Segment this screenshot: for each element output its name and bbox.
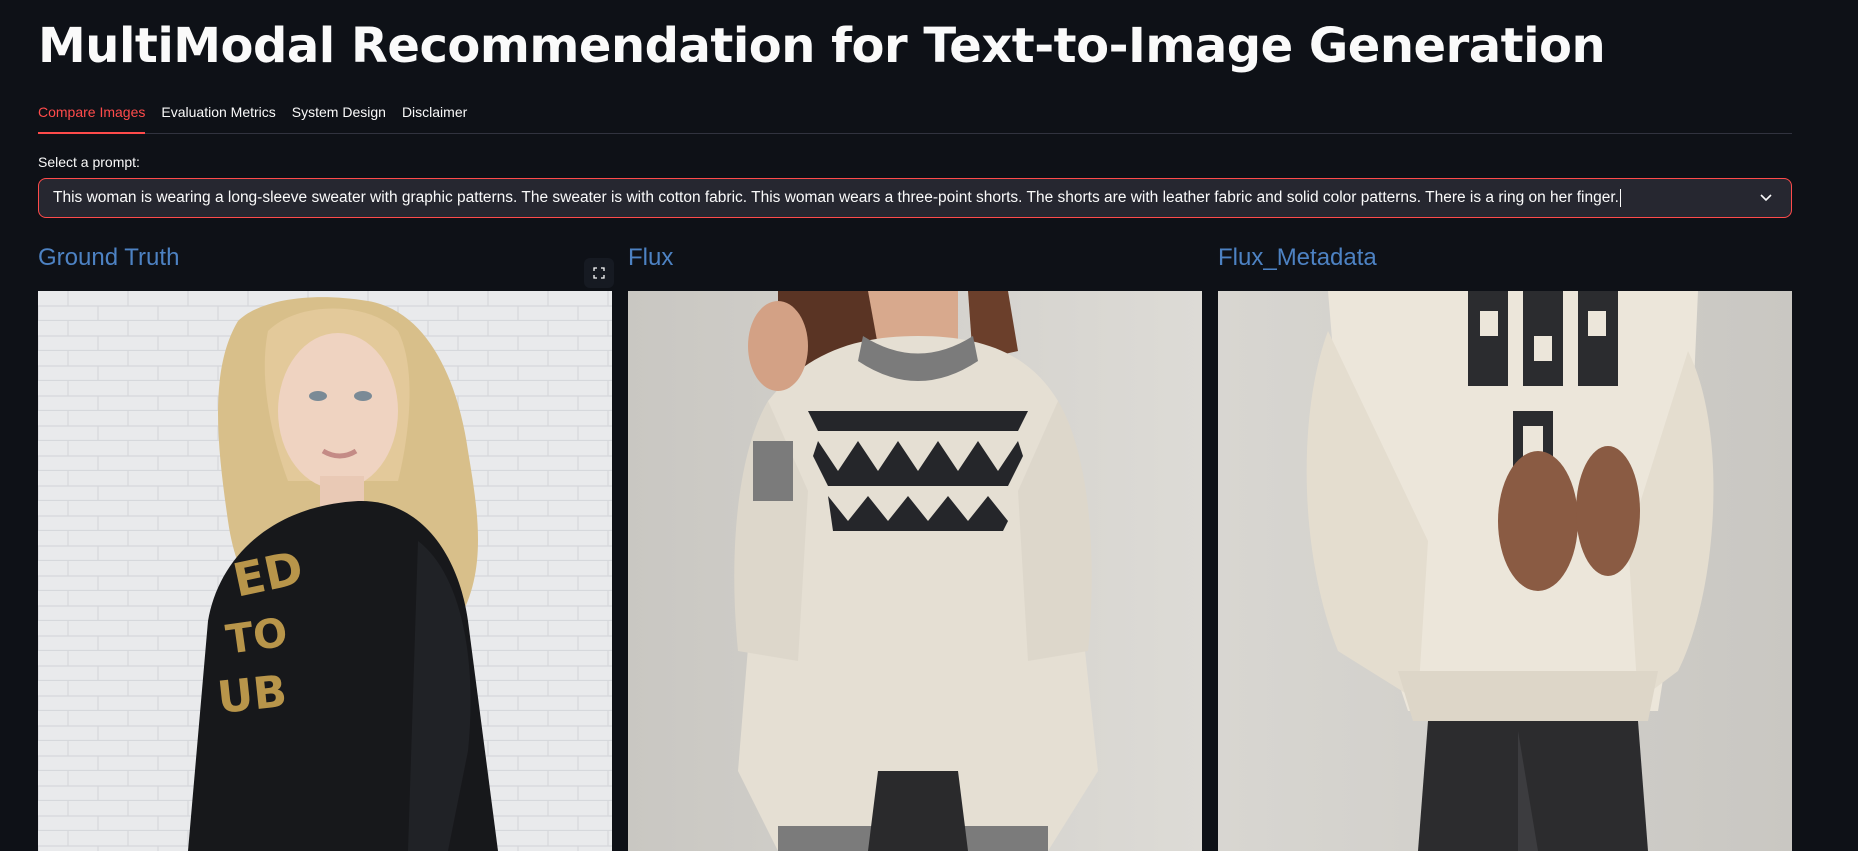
prompt-select[interactable]: This woman is wearing a long-sleeve swea…: [38, 178, 1792, 218]
ground-truth-image: ED TO UB: [38, 291, 612, 851]
flux-metadata-image: [1218, 291, 1792, 851]
column-title-ground-truth: Ground Truth: [38, 244, 180, 271]
app-root: MultiModal Recommendation for Text-to-Im…: [0, 0, 1858, 851]
fullscreen-icon[interactable]: [584, 258, 614, 288]
tab-bar: Compare Images Evaluation Metrics System…: [38, 100, 1792, 134]
svg-text:TO: TO: [223, 610, 290, 664]
tab-system-design[interactable]: System Design: [292, 100, 386, 134]
prompt-select-value: This woman is wearing a long-sleeve swea…: [53, 188, 1621, 207]
column-title-flux-metadata: Flux_Metadata: [1218, 244, 1377, 271]
column-title-flux: Flux: [628, 244, 674, 271]
prompt-select-label: Select a prompt:: [38, 154, 140, 170]
tab-compare-images[interactable]: Compare Images: [38, 100, 146, 134]
tab-evaluation-metrics[interactable]: Evaluation Metrics: [161, 100, 275, 134]
svg-text:UB: UB: [215, 666, 289, 724]
page-title: MultiModal Recommendation for Text-to-Im…: [38, 18, 1606, 74]
chevron-down-icon[interactable]: [1755, 194, 1777, 202]
tab-disclaimer[interactable]: Disclaimer: [402, 100, 467, 134]
flux-image: [628, 291, 1202, 851]
